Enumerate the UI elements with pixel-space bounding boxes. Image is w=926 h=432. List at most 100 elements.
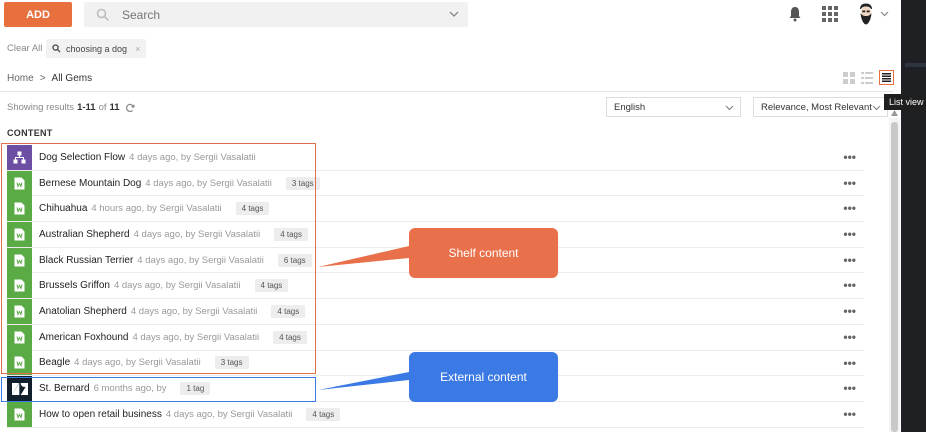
item-meta: 4 days ago, by Sergii Vasalatii [165, 408, 293, 420]
external-content-callout: External content [409, 352, 558, 402]
list-view-icon [882, 73, 891, 82]
breadcrumb-current: All Gems [51, 73, 93, 84]
document-icon [7, 298, 32, 324]
tag-count-badge[interactable]: 4 tags [271, 304, 306, 318]
zendesk-icon [7, 376, 32, 402]
item-meta: 4 days ago, by Sergii Vasalatii [145, 177, 272, 189]
section-title: CONTENT [7, 128, 53, 138]
breadcrumb-home[interactable]: Home [7, 73, 34, 84]
document-icon [7, 196, 32, 222]
scroll-up-arrow[interactable] [891, 110, 898, 116]
sort-select-value: Relevance, Most Relevant [761, 101, 872, 113]
language-select-value: English [614, 101, 646, 113]
shelf-content-callout: Shelf content [409, 228, 558, 278]
item-title[interactable]: Dog Selection Flow [39, 152, 125, 163]
tag-count-badge[interactable]: 4 tags [235, 202, 270, 216]
flow-icon [7, 144, 32, 170]
document-icon [7, 170, 32, 196]
chevron-down-icon[interactable] [448, 8, 460, 20]
bell-icon[interactable] [788, 6, 802, 22]
item-title[interactable]: Beagle [39, 357, 70, 368]
list-item[interactable]: Dog Selection Flow 4 days ago, by Sergii … [7, 144, 864, 171]
tag-count-badge[interactable]: 1 tag [180, 382, 211, 396]
compact-list-view-icon[interactable] [861, 71, 873, 84]
item-meta: 4 days ago, by Sergii Vasalatii [74, 357, 201, 369]
item-title[interactable]: Australian Shepherd [39, 229, 130, 240]
tag-count-badge[interactable]: 4 tags [273, 330, 307, 344]
grid-view-icon[interactable] [843, 71, 855, 84]
filter-chip[interactable]: choosing a dog × [46, 39, 147, 58]
search-bar[interactable] [84, 2, 468, 27]
results-range: 1-11 [77, 102, 96, 113]
more-options-icon[interactable]: ••• [843, 305, 856, 317]
list-item[interactable]: Chihuahua 4 hours ago, by Sergii Vasalati… [7, 196, 864, 223]
item-title[interactable]: Black Russian Terrier [39, 255, 133, 266]
breadcrumb-separator: > [39, 73, 46, 84]
item-meta: 4 days ago, by Sergii Vasalatii [130, 305, 258, 317]
item-title[interactable]: St. Bernard [39, 383, 90, 394]
item-title[interactable]: Anatolian Shepherd [39, 306, 127, 317]
item-meta: 4 days ago, by Sergii Vasalatii [132, 331, 260, 343]
chevron-down-icon [872, 105, 881, 111]
chevron-down-icon [725, 105, 734, 111]
document-icon [7, 324, 32, 350]
more-options-icon[interactable]: ••• [843, 151, 856, 163]
language-select[interactable]: English [606, 97, 741, 117]
more-options-icon[interactable]: ••• [843, 408, 856, 420]
more-options-icon[interactable]: ••• [843, 382, 856, 394]
list-item[interactable]: How to open retail business 4 days ago, b… [7, 401, 864, 428]
document-icon [7, 273, 32, 299]
item-meta: 4 days ago, by Sergii Vasalatii [137, 254, 264, 266]
item-meta: 4 days ago, by Sergii Vasalatii [133, 228, 261, 240]
refresh-icon[interactable] [125, 103, 135, 113]
more-options-icon[interactable]: ••• [843, 331, 856, 343]
more-options-icon[interactable]: ••• [843, 357, 856, 369]
item-title[interactable]: Chihuahua [39, 203, 87, 214]
divider [0, 91, 893, 92]
item-meta: 4 days ago, by Sergii Vasalatii [129, 151, 256, 163]
tag-count-badge[interactable]: 4 tags [274, 227, 308, 241]
list-item[interactable]: Anatolian Shepherd 4 days ago, by Sergii … [7, 298, 864, 325]
list-view-button[interactable] [879, 70, 894, 85]
results-prefix: Showing results [7, 102, 75, 113]
list-item[interactable]: American Foxhound 4 days ago, by Sergii V… [7, 324, 864, 351]
document-icon [7, 350, 32, 376]
scrollbar-thumb[interactable] [891, 122, 898, 432]
more-options-icon[interactable]: ••• [843, 279, 856, 291]
clear-all-link[interactable]: Clear All [7, 43, 42, 54]
item-title[interactable]: How to open retail business [39, 409, 162, 420]
tag-count-badge[interactable]: 4 tags [306, 407, 341, 421]
more-options-icon[interactable]: ••• [843, 228, 856, 240]
chevron-down-icon[interactable] [880, 9, 889, 18]
page: ADD Clear All choosing a [0, 0, 926, 432]
item-meta: 4 days ago, by Sergii Vasalatii [113, 280, 241, 292]
tag-count-badge[interactable]: 3 tags [285, 176, 320, 190]
apps-grid-icon[interactable] [822, 6, 838, 22]
list-view-tooltip: List view [884, 94, 926, 110]
document-icon [7, 247, 32, 273]
breadcrumb: Home > All Gems [7, 73, 92, 84]
tag-count-badge[interactable]: 4 tags [254, 279, 289, 293]
view-switcher [843, 70, 894, 85]
search-icon [96, 8, 110, 21]
more-options-icon[interactable]: ••• [843, 254, 856, 266]
side-panel [901, 0, 926, 432]
item-title[interactable]: Brussels Griffon [39, 280, 110, 291]
search-input[interactable] [122, 7, 442, 22]
document-icon [7, 221, 32, 247]
tag-count-badge[interactable]: 6 tags [277, 253, 312, 267]
filter-chip-label: choosing a dog [66, 43, 128, 54]
item-title[interactable]: Bernese Mountain Dog [39, 178, 141, 189]
more-options-icon[interactable]: ••• [843, 177, 856, 189]
avatar[interactable] [857, 3, 875, 25]
item-meta: 4 hours ago, by Sergii Vasalatii [91, 203, 222, 215]
sort-select[interactable]: Relevance, Most Relevant [753, 97, 888, 117]
document-icon [7, 401, 32, 427]
search-icon [52, 44, 61, 53]
add-button[interactable]: ADD [4, 2, 72, 27]
tag-count-badge[interactable]: 3 tags [214, 356, 249, 370]
close-icon[interactable]: × [135, 44, 140, 54]
list-item[interactable]: Bernese Mountain Dog 4 days ago, by Sergi… [7, 170, 864, 197]
more-options-icon[interactable]: ••• [843, 202, 856, 214]
item-title[interactable]: American Foxhound [39, 332, 129, 343]
